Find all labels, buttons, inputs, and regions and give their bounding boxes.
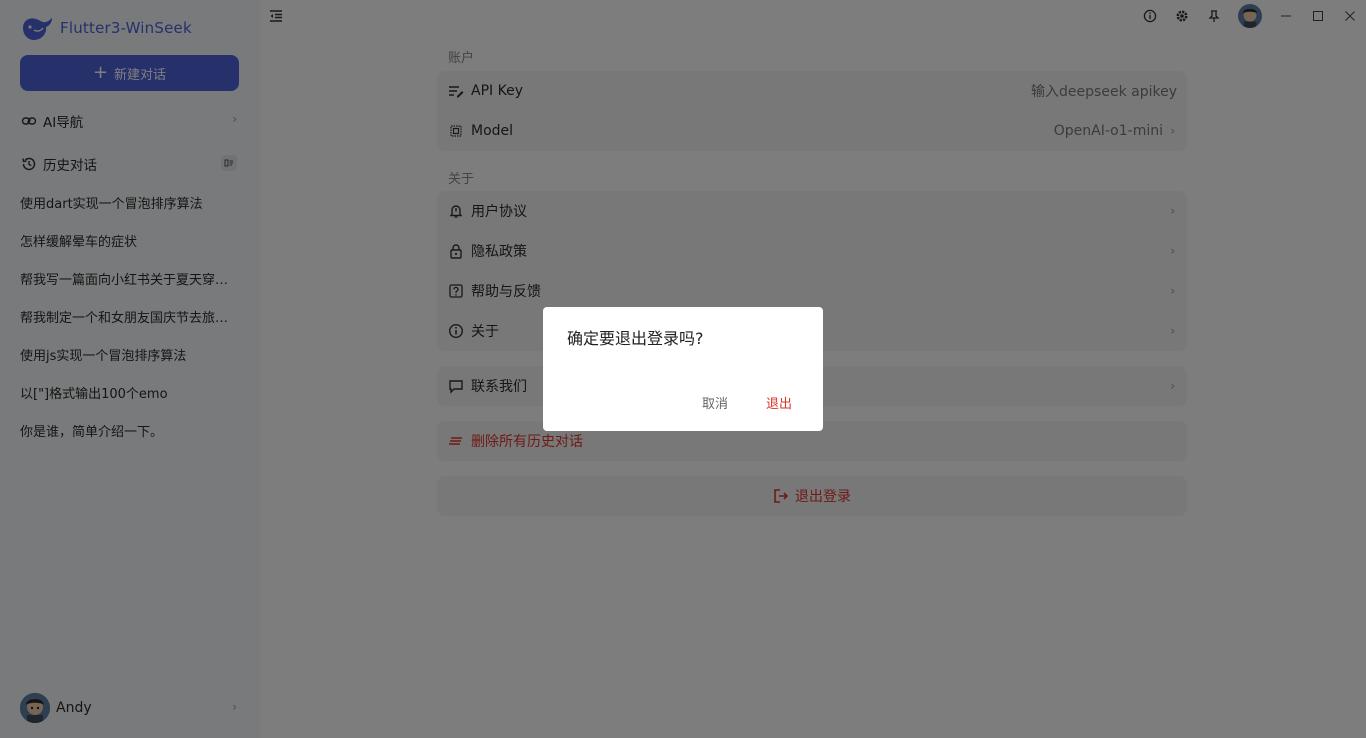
dialog-message: 确定要退出登录吗? — [567, 329, 704, 348]
app-window: Flutter3-WinSeek + 新建对话 AI导航 › 历史对话 使用da… — [0, 0, 1366, 738]
logout-confirm-dialog: 确定要退出登录吗? 取消 退出 — [543, 307, 823, 431]
cancel-button[interactable]: 取消 — [702, 393, 728, 412]
confirm-logout-button[interactable]: 退出 — [766, 393, 792, 412]
